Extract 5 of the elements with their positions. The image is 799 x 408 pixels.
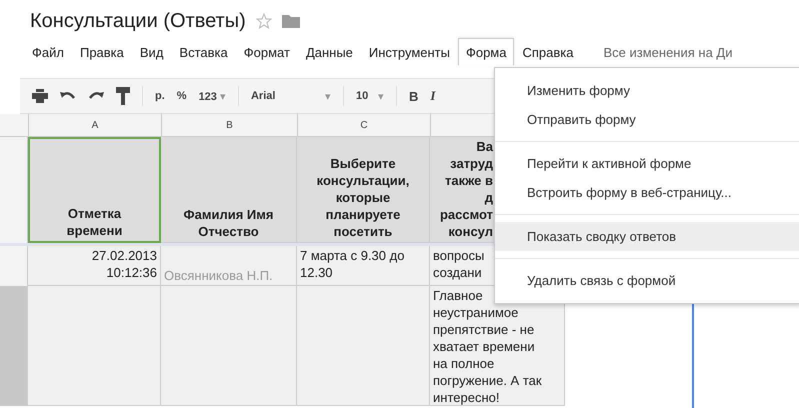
table-cell: 27.02.2013 10:12:36 [28, 246, 161, 286]
table-cell: Овсянникова Н.П. [161, 246, 297, 286]
table-cell: 7 марта с 9.30 до 12.30 [297, 246, 430, 286]
save-status: Все изменения на Ди [603, 44, 732, 60]
document-title: Консультации (Ответы) [30, 10, 246, 32]
